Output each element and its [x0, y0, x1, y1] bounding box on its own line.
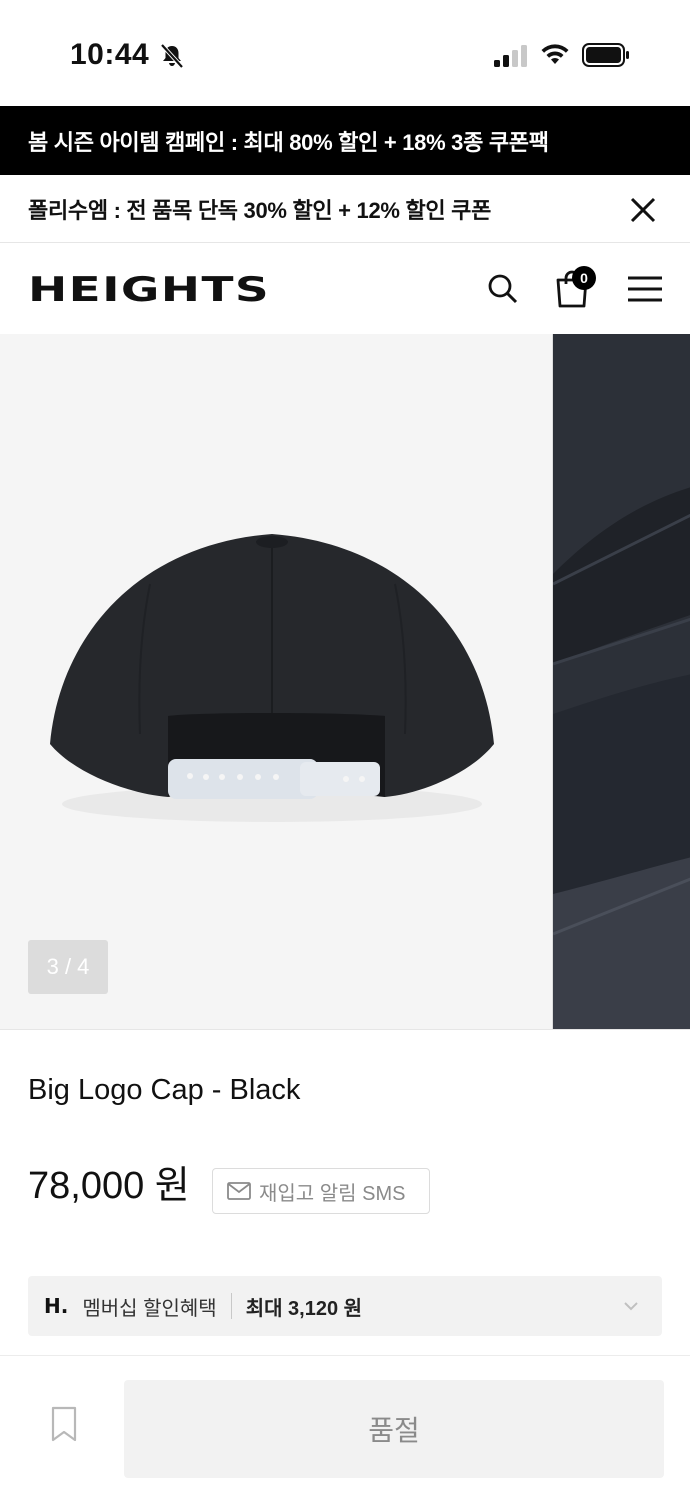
- bell-mute-icon: [160, 43, 184, 69]
- bottom-action-bar: 품절: [0, 1355, 690, 1500]
- soldout-label: 품절: [368, 1415, 420, 1446]
- membership-logo: H.: [44, 1294, 69, 1318]
- search-icon[interactable]: [486, 272, 520, 306]
- restock-sms-button[interactable]: 재입고 알림 SMS: [212, 1168, 430, 1214]
- product-name: Big Logo Cap - Black: [28, 1074, 301, 1106]
- site-header: HEIGHTS 0: [0, 244, 690, 334]
- mail-icon: [227, 1182, 251, 1200]
- restock-sms-label: 재입고 알림 SMS: [259, 1182, 406, 1205]
- slide-counter: 3 / 4: [28, 940, 108, 994]
- chevron-down-icon[interactable]: [622, 1297, 640, 1315]
- cellular-signal-icon: [494, 45, 527, 67]
- cap-detail-image: [552, 334, 690, 1029]
- membership-label: 멤버십 할인혜택: [82, 1297, 217, 1320]
- membership-divider: [230, 1293, 232, 1319]
- battery-icon: [582, 43, 629, 67]
- close-icon[interactable]: [628, 195, 658, 225]
- soldout-button[interactable]: 품절: [124, 1380, 664, 1478]
- membership-max-discount: 최대 3,120 원: [245, 1297, 363, 1320]
- status-time: 10:44: [70, 38, 150, 71]
- promo-banner-brand[interactable]: 폴리수엠 : 전 품목 단독 30% 할인 + 12% 할인 쿠폰: [0, 175, 690, 243]
- product-image-gallery[interactable]: 3 / 4: [0, 334, 690, 1030]
- membership-discount-dropdown[interactable]: H. 멤버십 할인혜택 최대 3,120 원: [28, 1276, 662, 1336]
- cap-back-image: [50, 534, 494, 822]
- brand-logo[interactable]: HEIGHTS: [28, 270, 270, 310]
- promo-banner-campaign-text: 봄 시즌 아이템 캠페인 : 최대 80% 할인 + 18% 3종 쿠폰팩: [28, 129, 549, 155]
- cart-count-badge: 0: [572, 266, 596, 290]
- status-bar: 10:44: [0, 0, 690, 106]
- bookmark-icon[interactable]: [50, 1406, 78, 1442]
- wifi-icon: [541, 44, 569, 64]
- product-image-detail-view[interactable]: [552, 334, 690, 1029]
- promo-banner-campaign[interactable]: 봄 시즌 아이템 캠페인 : 최대 80% 할인 + 18% 3종 쿠폰팩: [0, 106, 690, 175]
- product-price: 78,000 원: [28, 1165, 190, 1207]
- hamburger-menu-icon[interactable]: [626, 274, 664, 304]
- promo-banner-brand-text: 폴리수엠 : 전 품목 단독 30% 할인 + 12% 할인 쿠폰: [28, 197, 492, 223]
- product-image-back-view[interactable]: 3 / 4: [0, 334, 550, 1029]
